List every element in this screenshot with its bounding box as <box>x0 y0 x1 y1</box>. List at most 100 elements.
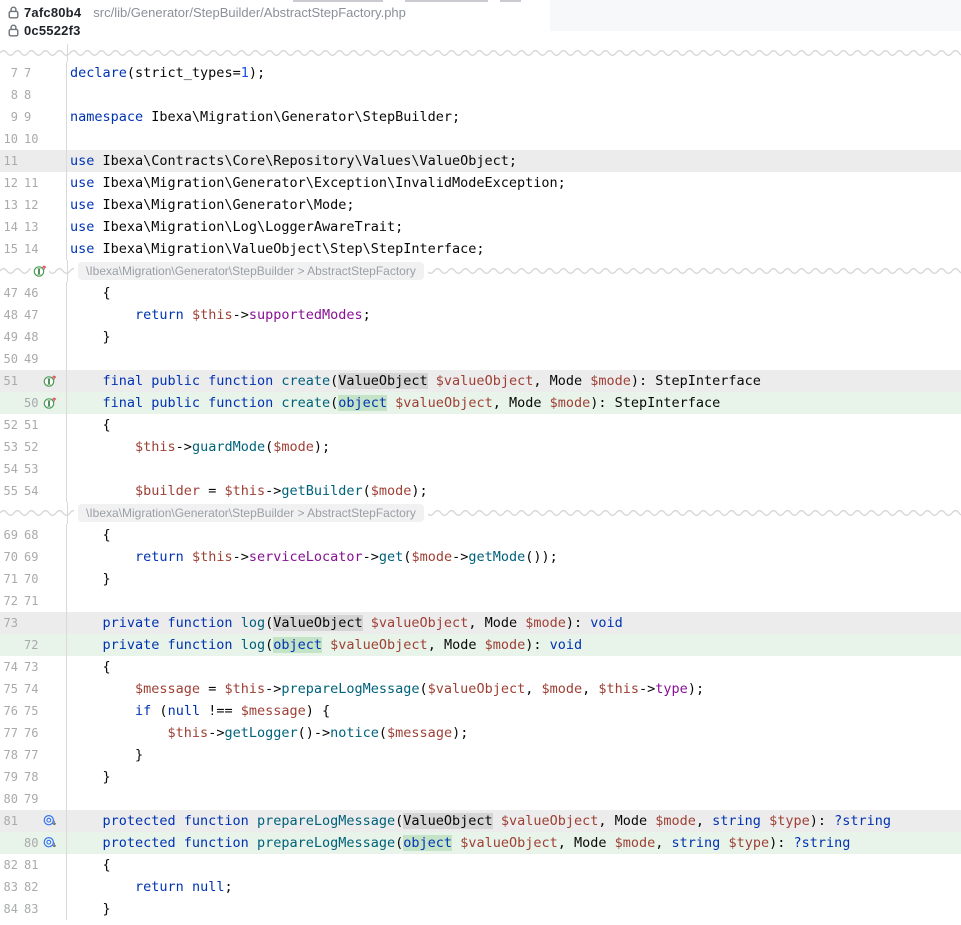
word-diff-token: ValueObject <box>403 813 492 829</box>
code-line[interactable]: $builder = $this->getBuilder($mode); <box>67 480 428 502</box>
code-line[interactable] <box>67 458 70 480</box>
code-line[interactable]: declare(strict_types=1); <box>67 62 265 84</box>
code-line[interactable]: { <box>67 854 111 876</box>
line-number-gutter: 5251 <box>0 414 67 436</box>
code-line[interactable]: if (null !== $message) { <box>67 700 330 722</box>
line-number-gutter: 7574 <box>0 678 67 700</box>
code-line[interactable]: return $this->supportedModes; <box>67 304 371 326</box>
code-token: $this <box>598 681 639 697</box>
cropped-ui-fragment <box>405 0 488 2</box>
code-line[interactable]: { <box>67 414 111 436</box>
code-token: -> <box>233 549 249 565</box>
code-token: -> <box>452 549 468 565</box>
code-token: ); <box>688 681 704 697</box>
collapsed-region-breadcrumb: \Ibexa\Migration\Generator\StepBuilder >… <box>78 504 424 522</box>
old-line-number: 53 <box>2 436 18 458</box>
overridden-gutter-icon[interactable] <box>43 836 57 850</box>
new-line-number: 12 <box>24 194 42 216</box>
code-token: $message <box>241 703 306 719</box>
implement-gutter-icon[interactable]: I <box>31 264 49 278</box>
code-token: $valueObject <box>395 395 493 411</box>
code-token: $this <box>192 307 233 323</box>
new-line-number: 72 <box>24 634 42 656</box>
code-line[interactable] <box>67 788 70 810</box>
collapsed-region-separator[interactable]: I\Ibexa\Migration\Generator\StepBuilder … <box>0 260 961 282</box>
code-line[interactable]: final public function create(ValueObject… <box>67 370 761 392</box>
diff-row-added: 50I final public function create(object … <box>0 392 961 414</box>
implement-gutter-icon[interactable]: I <box>43 374 57 388</box>
old-line-number: 14 <box>2 216 18 238</box>
old-line-number: 74 <box>2 656 18 678</box>
code-line[interactable] <box>67 128 70 150</box>
lock-icon <box>8 6 19 19</box>
line-number-gutter: 6968 <box>0 524 67 546</box>
code-token: string <box>712 813 769 829</box>
code-line[interactable]: return null; <box>67 876 233 898</box>
code-line[interactable]: namespace Ibexa\Migration\Generator\Step… <box>67 106 460 128</box>
code-line[interactable]: private function log(object $valueObject… <box>67 634 582 656</box>
code-line[interactable]: { <box>67 282 111 304</box>
code-token: $mode <box>411 549 452 565</box>
code-token: get <box>379 549 403 565</box>
code-token: log <box>241 615 265 631</box>
code-line[interactable]: return $this->serviceLocator->get($mode-… <box>67 546 558 568</box>
code-token: $mode <box>525 615 566 631</box>
code-line[interactable]: } <box>67 326 111 348</box>
code-token: ); <box>452 725 468 741</box>
code-line[interactable]: use Ibexa\Migration\ValueObject\Step\Ste… <box>67 238 485 260</box>
code-token: Ibexa\Migration\ValueObject\Step\StepInt… <box>103 241 485 257</box>
code-line[interactable]: use Ibexa\Migration\Generator\Exception\… <box>67 172 566 194</box>
code-token: ()); <box>525 549 558 565</box>
collapsed-region-separator[interactable]: \Ibexa\Migration\Generator\StepBuilder >… <box>0 502 961 524</box>
cropped-ui-fragment <box>293 0 383 2</box>
line-number-gutter: 1211 <box>0 172 67 194</box>
old-line-number: 81 <box>2 810 18 832</box>
code-token: final public function <box>103 373 282 389</box>
implement-gutter-icon[interactable]: I <box>43 396 57 410</box>
code-line[interactable]: $this->guardMode($mode); <box>67 436 330 458</box>
code-line[interactable]: $this->getLogger()->notice($message); <box>67 722 468 744</box>
code-line[interactable] <box>67 84 70 106</box>
code-line[interactable]: { <box>67 524 111 546</box>
code-line[interactable] <box>67 590 70 612</box>
code-line[interactable]: use Ibexa\Contracts\Core\Repository\Valu… <box>67 150 517 172</box>
diff-row: 7877 } <box>0 744 961 766</box>
collapsed-region-separator[interactable] <box>0 44 961 62</box>
code-token: , Mode <box>468 615 525 631</box>
overridden-gutter-icon[interactable] <box>43 814 57 828</box>
code-token: protected function <box>103 835 257 851</box>
code-line[interactable]: use Ibexa\Migration\Log\LoggerAwareTrait… <box>67 216 403 238</box>
code-line[interactable]: use Ibexa\Migration\Generator\Mode; <box>67 194 354 216</box>
line-number-gutter: 1514 <box>0 238 67 260</box>
code-token: $mode <box>485 637 526 653</box>
diff-row-added: 80 protected function prepareLogMessage(… <box>0 832 961 854</box>
code-line[interactable]: } <box>67 744 143 766</box>
diff-row: 47 46 { <box>0 282 961 304</box>
old-line-number: 55 <box>2 480 18 502</box>
code-line[interactable]: final public function create(object $val… <box>67 392 720 414</box>
new-line-number: 11 <box>24 172 42 194</box>
code-token <box>70 373 103 389</box>
diff-row: 5352 $this->guardMode($mode); <box>0 436 961 458</box>
code-line[interactable]: $message = $this->prepareLogMessage($val… <box>67 678 704 700</box>
code-line[interactable]: } <box>67 766 111 788</box>
code-line[interactable]: private function log(ValueObject $valueO… <box>67 612 623 634</box>
code-line[interactable]: protected function prepareLogMessage(obj… <box>67 832 850 854</box>
code-line[interactable]: } <box>67 568 111 590</box>
line-number-gutter: 81 <box>0 810 67 832</box>
code-line[interactable]: { <box>67 656 111 678</box>
code-line[interactable] <box>67 348 70 370</box>
code-token: -> <box>265 681 281 697</box>
diff-row: 7069 return $this->serviceLocator->get($… <box>0 546 961 568</box>
code-token <box>452 835 460 851</box>
code-token: , Mode <box>598 813 655 829</box>
old-line-number: 47 <box>2 282 18 304</box>
code-token <box>70 637 103 653</box>
new-line-number: 46 <box>24 282 42 304</box>
code-line[interactable]: } <box>67 898 111 920</box>
code-token: { <box>70 417 111 433</box>
old-line-number: 9 <box>2 106 18 128</box>
code-token <box>493 813 501 829</box>
code-line[interactable]: protected function prepareLogMessage(Val… <box>67 810 891 832</box>
code-token: getBuilder <box>281 483 362 499</box>
